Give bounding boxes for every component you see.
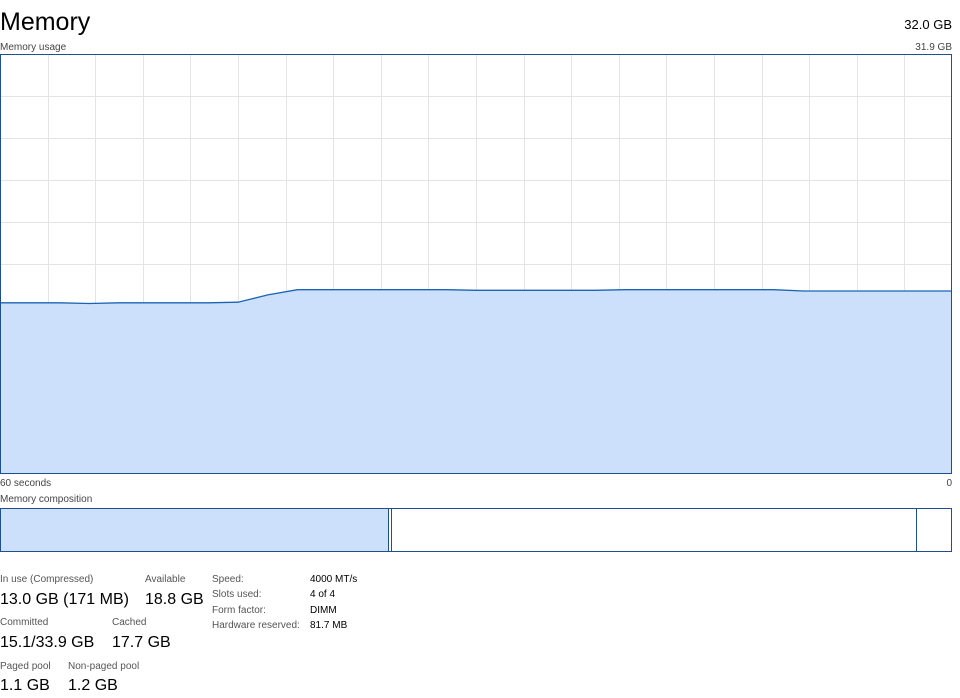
form-factor-label: Form factor: <box>212 605 266 616</box>
speed-value: 4000 MT/s <box>310 574 358 585</box>
in-use-value: 13.0 GB (171 MB) <box>0 591 129 608</box>
graph-time-right: 0 <box>946 478 952 489</box>
non-paged-pool-value: 1.2 GB <box>68 677 118 694</box>
cached-value: 17.7 GB <box>112 634 171 651</box>
composition-standby[interactable] <box>392 509 917 551</box>
slots-used-value: 4 of 4 <box>310 589 336 600</box>
committed-label: Committed <box>0 617 49 628</box>
composition-label: Memory composition <box>0 494 93 505</box>
available-label: Available <box>145 574 186 585</box>
total-memory: 32.0 GB <box>904 17 952 32</box>
speed-label: Speed: <box>212 574 244 585</box>
non-paged-pool-label: Non-paged pool <box>68 661 140 672</box>
memory-usage-graph <box>0 54 952 474</box>
cached-label: Cached <box>112 617 147 628</box>
composition-free[interactable] <box>917 509 951 551</box>
slots-used-label: Slots used: <box>212 589 262 600</box>
graph-max-label: 31.9 GB <box>915 42 952 53</box>
page-title: Memory <box>0 8 91 36</box>
available-value: 18.8 GB <box>145 591 204 608</box>
in-use-label: In use (Compressed) <box>0 574 94 585</box>
graph-label: Memory usage <box>0 42 67 53</box>
graph-time-left: 60 seconds <box>0 478 52 489</box>
paged-pool-label: Paged pool <box>0 661 51 672</box>
composition-in-use[interactable] <box>1 509 389 551</box>
form-factor-value: DIMM <box>310 605 337 616</box>
hardware-reserved-value: 81.7 MB <box>310 620 348 631</box>
memory-composition-bar[interactable] <box>0 508 952 552</box>
paged-pool-value: 1.1 GB <box>0 677 50 694</box>
committed-value: 15.1/33.9 GB <box>0 634 95 651</box>
usage-area <box>0 289 952 474</box>
hardware-reserved-label: Hardware reserved: <box>212 620 300 631</box>
